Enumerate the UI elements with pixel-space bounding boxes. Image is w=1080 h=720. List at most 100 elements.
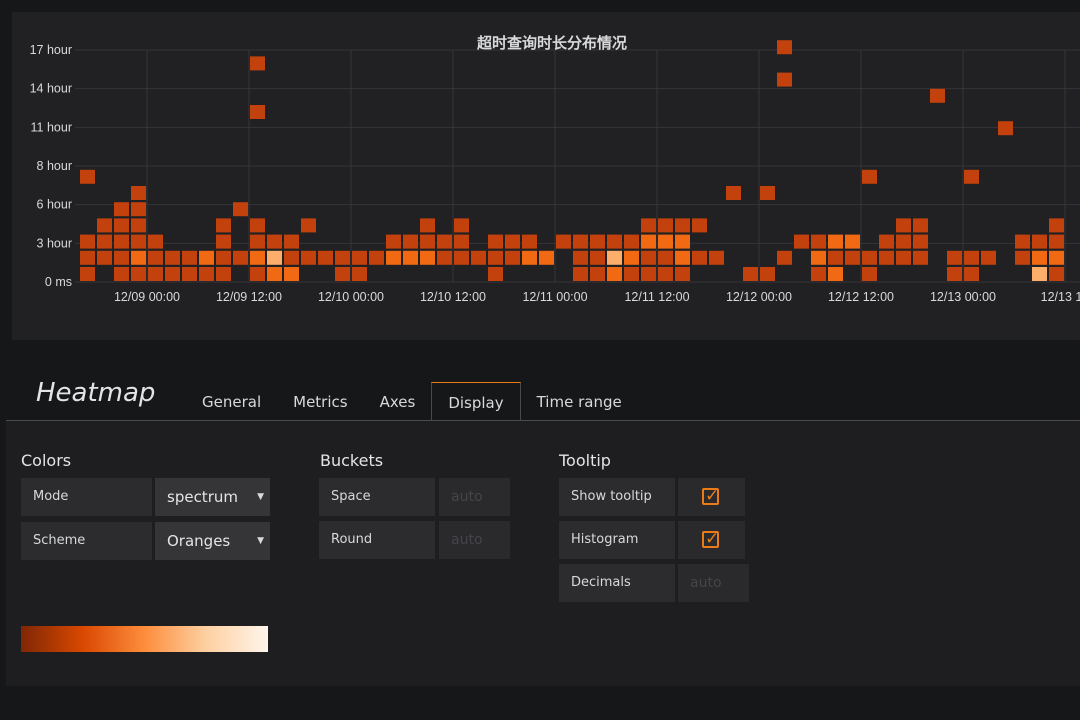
heatmap-cell[interactable] [471,250,486,265]
heatmap-cell[interactable] [811,267,826,281]
heatmap-cell[interactable] [811,250,826,265]
heatmap-cell[interactable] [981,250,996,265]
heatmap-cell[interactable] [420,218,435,233]
heatmap-cell[interactable] [862,250,877,265]
heatmap-cell[interactable] [777,72,792,87]
heatmap-cell[interactable] [97,250,112,265]
heatmap-cell[interactable] [454,250,469,265]
heatmap-cell[interactable] [862,267,877,281]
space-input[interactable]: auto [439,478,510,516]
heatmap-cell[interactable] [879,250,894,265]
heatmap-cell[interactable] [131,218,146,233]
heatmap-cell[interactable] [301,250,316,265]
heatmap-cell[interactable] [1049,234,1064,249]
heatmap-cell[interactable] [624,234,639,249]
heatmap-cell[interactable] [182,267,197,281]
heatmap-cell[interactable] [250,105,265,119]
heatmap-cell[interactable] [641,250,656,265]
heatmap-cell[interactable] [641,267,656,281]
show-tooltip-checkbox[interactable]: ✓ [678,478,745,516]
heatmap-cell[interactable] [233,202,248,217]
heatmap-cell[interactable] [267,267,282,281]
heatmap-cell[interactable] [1049,218,1064,233]
heatmap-cell[interactable] [335,250,350,265]
heatmap-cell[interactable] [216,218,231,233]
heatmap-cell[interactable] [590,234,605,249]
heatmap-cell[interactable] [369,250,384,265]
heatmap-cell[interactable] [114,202,129,217]
heatmap-cell[interactable] [522,250,537,265]
heatmap-cell[interactable] [250,267,265,281]
heatmap-cell[interactable] [828,250,843,265]
heatmap-cell[interactable] [930,88,945,103]
heatmap-cell[interactable] [165,250,180,265]
heatmap-cell[interactable] [641,218,656,233]
heatmap-cell[interactable] [165,267,180,281]
heatmap-cell[interactable] [573,234,588,249]
round-input[interactable]: auto [439,521,510,559]
heatmap-cell[interactable] [420,234,435,249]
heatmap-cell[interactable] [624,267,639,281]
heatmap-cell[interactable] [556,234,571,249]
heatmap-cell[interactable] [1032,234,1047,249]
heatmap-cell[interactable] [964,250,979,265]
heatmap-cell[interactable] [131,267,146,281]
heatmap-cell[interactable] [352,267,367,281]
heatmap-cell[interactable] [131,186,146,200]
heatmap-cell[interactable] [114,218,129,233]
heatmap-cell[interactable] [216,267,231,281]
heatmap-cell[interactable] [148,267,163,281]
decimals-input[interactable]: auto [678,564,749,602]
heatmap-cell[interactable] [335,267,350,281]
heatmap-cell[interactable] [284,267,299,281]
tab-axes[interactable]: Axes [364,382,432,421]
heatmap-cell[interactable] [896,218,911,233]
heatmap-cell[interactable] [828,267,843,281]
heatmap-cell[interactable] [80,169,95,184]
heatmap-cell[interactable] [964,267,979,281]
heatmap-cell[interactable] [675,267,690,281]
heatmap-cell[interactable] [658,267,673,281]
heatmap-cell[interactable] [641,234,656,249]
heatmap-cell[interactable] [505,250,520,265]
heatmap-cell[interactable] [879,234,894,249]
heatmap-cell[interactable] [267,234,282,249]
heatmap-cell[interactable] [862,169,877,184]
heatmap-cell[interactable] [794,234,809,249]
heatmap-cell[interactable] [675,234,690,249]
tab-time-range[interactable]: Time range [521,382,638,421]
heatmap-cell[interactable] [267,250,282,265]
heatmap-cell[interactable] [624,250,639,265]
heatmap-cell[interactable] [148,250,163,265]
heatmap-cell[interactable] [590,250,605,265]
heatmap-cell[interactable] [114,267,129,281]
heatmap-cell[interactable] [1049,250,1064,265]
heatmap-cell[interactable] [913,234,928,249]
heatmap-cell[interactable] [692,218,707,233]
heatmap-cell[interactable] [403,234,418,249]
heatmap-cell[interactable] [114,250,129,265]
heatmap-cell[interactable] [1015,250,1030,265]
heatmap-cell[interactable] [658,218,673,233]
heatmap-cell[interactable] [573,250,588,265]
heatmap-cell[interactable] [488,234,503,249]
heatmap-cell[interactable] [97,234,112,249]
heatmap-cell[interactable] [454,218,469,233]
heatmap-cell[interactable] [284,234,299,249]
heatmap-cell[interactable] [692,250,707,265]
heatmap-cell[interactable] [352,250,367,265]
heatmap-cell[interactable] [709,250,724,265]
heatmap-cell[interactable] [488,250,503,265]
histogram-checkbox[interactable]: ✓ [678,521,745,559]
heatmap-cell[interactable] [675,250,690,265]
heatmap-cell[interactable] [386,250,401,265]
heatmap-cell[interactable] [437,234,452,249]
tab-general[interactable]: General [186,382,277,421]
heatmap-cell[interactable] [131,234,146,249]
heatmap-cell[interactable] [420,250,435,265]
heatmap-cell[interactable] [607,267,622,281]
tab-metrics[interactable]: Metrics [277,382,363,421]
heatmap-cell[interactable] [284,250,299,265]
heatmap-cell[interactable] [760,186,775,200]
heatmap-cell[interactable] [743,267,758,281]
